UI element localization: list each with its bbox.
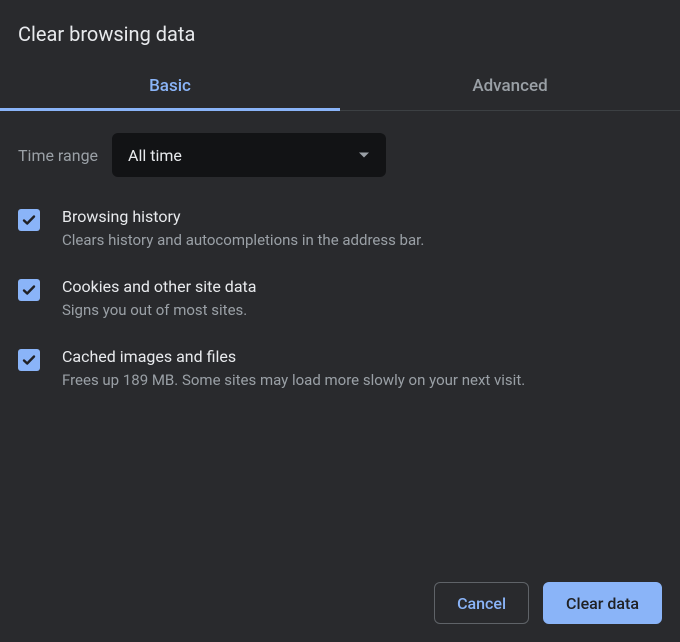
cancel-button[interactable]: Cancel: [434, 582, 529, 624]
check-icon: [21, 282, 37, 298]
time-range-select[interactable]: All time: [112, 133, 386, 177]
dialog-footer: Cancel Clear data: [434, 582, 662, 624]
clear-data-button-label: Clear data: [566, 594, 639, 613]
option-cache: Cached images and files Frees up 189 MB.…: [18, 347, 662, 391]
tabs: Basic Advanced: [0, 64, 680, 111]
option-desc: Frees up 189 MB. Some sites may load mor…: [62, 370, 662, 391]
option-text: Browsing history Clears history and auto…: [62, 207, 662, 251]
time-range-label: Time range: [18, 146, 98, 165]
tab-advanced-label: Advanced: [472, 76, 547, 96]
checkbox-cookies[interactable]: [18, 279, 40, 301]
option-text: Cached images and files Frees up 189 MB.…: [62, 347, 662, 391]
check-icon: [21, 352, 37, 368]
tab-basic[interactable]: Basic: [0, 64, 340, 110]
time-range-value: All time: [128, 146, 182, 165]
option-title: Cached images and files: [62, 347, 662, 366]
clear-browsing-data-dialog: Clear browsing data Basic Advanced Time …: [0, 0, 680, 642]
checkbox-cache[interactable]: [18, 349, 40, 371]
chevron-down-icon: [358, 146, 370, 165]
dialog-title: Clear browsing data: [0, 0, 680, 64]
checkbox-browsing-history[interactable]: [18, 209, 40, 231]
tab-basic-label: Basic: [149, 76, 191, 96]
option-title: Cookies and other site data: [62, 277, 662, 296]
cancel-button-label: Cancel: [457, 594, 506, 613]
option-browsing-history: Browsing history Clears history and auto…: [18, 207, 662, 251]
time-range-row: Time range All time: [18, 133, 662, 177]
option-desc: Clears history and autocompletions in th…: [62, 230, 662, 251]
check-icon: [21, 212, 37, 228]
dialog-body: Time range All time Browsing history Cle…: [0, 111, 680, 391]
option-desc: Signs you out of most sites.: [62, 300, 662, 321]
clear-data-button[interactable]: Clear data: [543, 582, 662, 624]
option-text: Cookies and other site data Signs you ou…: [62, 277, 662, 321]
tab-advanced[interactable]: Advanced: [340, 64, 680, 110]
option-cookies: Cookies and other site data Signs you ou…: [18, 277, 662, 321]
option-title: Browsing history: [62, 207, 662, 226]
